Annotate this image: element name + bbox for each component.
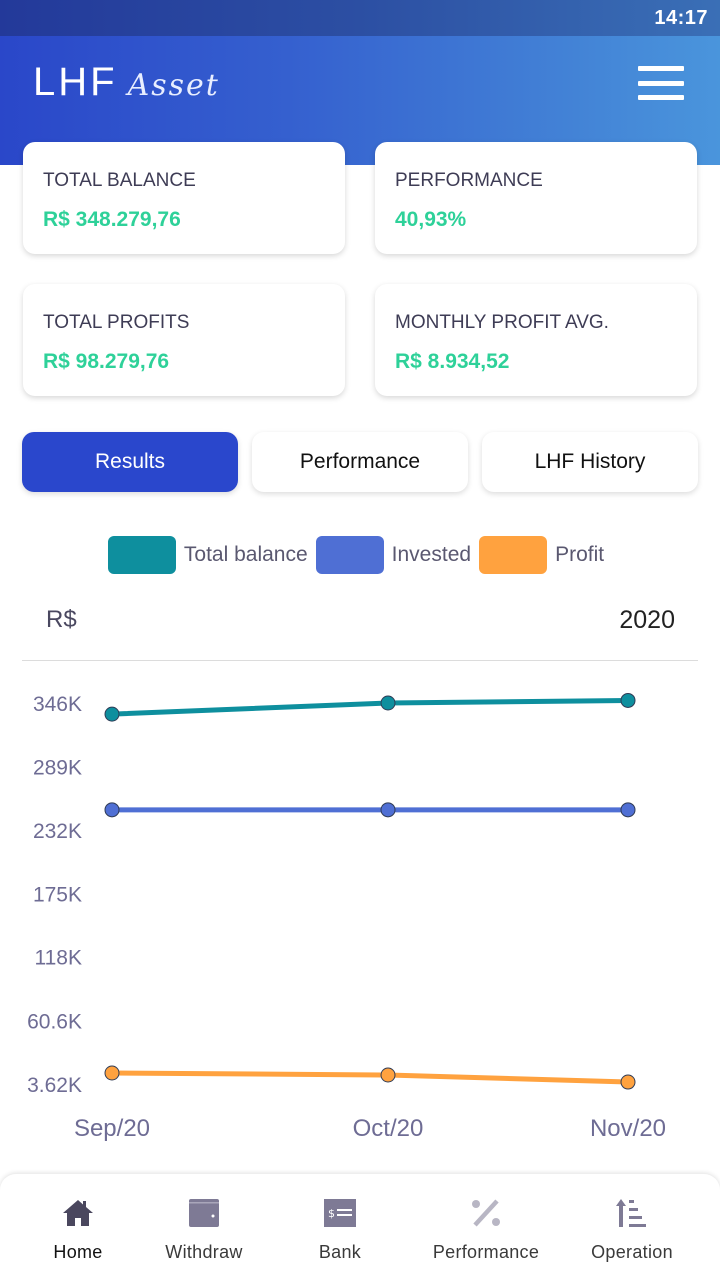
card-value: R$ 8.934,52: [395, 350, 510, 373]
nav-label: Operation: [591, 1242, 673, 1262]
menu-line: [638, 66, 684, 71]
data-point-profit[interactable]: [380, 1067, 396, 1083]
logo-sub-text: Asset: [127, 68, 220, 103]
hamburger-menu-icon[interactable]: [638, 66, 684, 100]
nav-label: Withdraw: [165, 1242, 243, 1262]
nav-label: Performance: [432, 1242, 540, 1262]
menu-line: [638, 80, 684, 86]
nav-label: Home: [53, 1242, 103, 1262]
tab-lhf-history[interactable]: LHF History: [482, 432, 698, 492]
total-balance-card: TOTAL BALANCE R$ 348.279,76: [23, 142, 345, 254]
nav-item-performance[interactable]: Performance: [420, 1174, 552, 1280]
performance-card: PERFORMANCE 40,93%: [375, 142, 697, 254]
data-point-total-balance[interactable]: [380, 695, 396, 711]
data-point-profit[interactable]: [620, 1074, 636, 1090]
x-tick-label: Nov/20: [590, 1115, 666, 1142]
line-chart: 346K 289K 232K 175K 118K 60.6K 3.62K Sep/20 Oct/…: [27, 692, 666, 1142]
chart-year-label: 2020: [619, 606, 675, 634]
status-time: 14:17: [654, 7, 708, 29]
home-icon: [61, 1196, 95, 1230]
y-tick-label: 232K: [33, 820, 82, 843]
legend-item-total-balance[interactable]: Total balance: [107, 536, 308, 574]
total-profits-card: TOTAL PROFITS R$ 98.279,76: [23, 284, 345, 396]
nav-item-home[interactable]: Home: [38, 1174, 118, 1280]
legend-swatch: [315, 536, 384, 574]
x-tick-label: Oct/20: [353, 1115, 424, 1142]
data-point-invested[interactable]: [380, 802, 396, 818]
series-line-profit: [109, 1070, 631, 1085]
legend-item-profit[interactable]: Profit: [479, 536, 604, 574]
chart-unit-label: R$: [46, 606, 77, 633]
nav-label: Bank: [318, 1242, 362, 1262]
nav-item-bank[interactable]: $ Bank: [300, 1174, 380, 1280]
data-point-invested[interactable]: [620, 802, 636, 818]
data-point-invested[interactable]: [104, 802, 120, 818]
legend-swatch: [107, 536, 176, 574]
percent-icon: [469, 1196, 503, 1230]
y-tick-label: 118K: [35, 947, 83, 970]
sort-operation-icon: [615, 1196, 649, 1230]
data-point-profit[interactable]: [104, 1065, 120, 1081]
legend-label: Invested: [391, 543, 472, 566]
wallet-icon: [187, 1196, 221, 1230]
y-tick-label: 346K: [33, 693, 82, 716]
app-logo: LHF Asset: [33, 60, 220, 105]
series-line-total-balance: [109, 697, 631, 717]
card-label: TOTAL BALANCE: [43, 170, 196, 191]
card-label: TOTAL PROFITS: [43, 312, 190, 333]
y-tick-label: 289K: [33, 756, 82, 779]
legend-label: Total balance: [183, 543, 308, 566]
card-value: R$ 348.279,76: [43, 208, 181, 231]
data-point-total-balance[interactable]: [620, 692, 636, 708]
nav-item-withdraw[interactable]: Withdraw: [154, 1174, 254, 1280]
logo-main-text: LHF: [33, 60, 118, 104]
y-tick-label: 3.62K: [27, 1074, 82, 1097]
y-tick-label: 175K: [33, 883, 82, 906]
legend-swatch: [479, 536, 548, 574]
nav-item-operation[interactable]: Operation: [582, 1174, 682, 1280]
bottom-navigation: Home Withdraw $ Bank Performance Operati…: [0, 1174, 720, 1280]
status-bar: 14:17: [0, 0, 720, 36]
card-label: MONTHLY PROFIT AVG.: [395, 312, 609, 333]
tab-results[interactable]: Results: [22, 432, 238, 492]
svg-text:$: $: [328, 1207, 335, 1220]
legend-item-invested[interactable]: Invested: [315, 536, 472, 574]
card-value: 40,93%: [395, 208, 467, 231]
bank-transfer-icon: $: [323, 1196, 357, 1230]
x-tick-label: Sep/20: [74, 1115, 150, 1142]
y-tick-label: 60.6K: [27, 1011, 82, 1034]
tab-performance[interactable]: Performance: [252, 432, 468, 492]
monthly-profit-avg-card: MONTHLY PROFIT AVG. R$ 8.934,52: [375, 284, 697, 396]
legend-label: Profit: [555, 543, 605, 566]
data-point-total-balance[interactable]: [104, 706, 120, 722]
chart-legend: Total balance Invested Profit: [0, 536, 720, 574]
menu-line: [638, 95, 684, 100]
card-value: R$ 98.279,76: [43, 350, 170, 373]
card-label: PERFORMANCE: [395, 170, 543, 191]
